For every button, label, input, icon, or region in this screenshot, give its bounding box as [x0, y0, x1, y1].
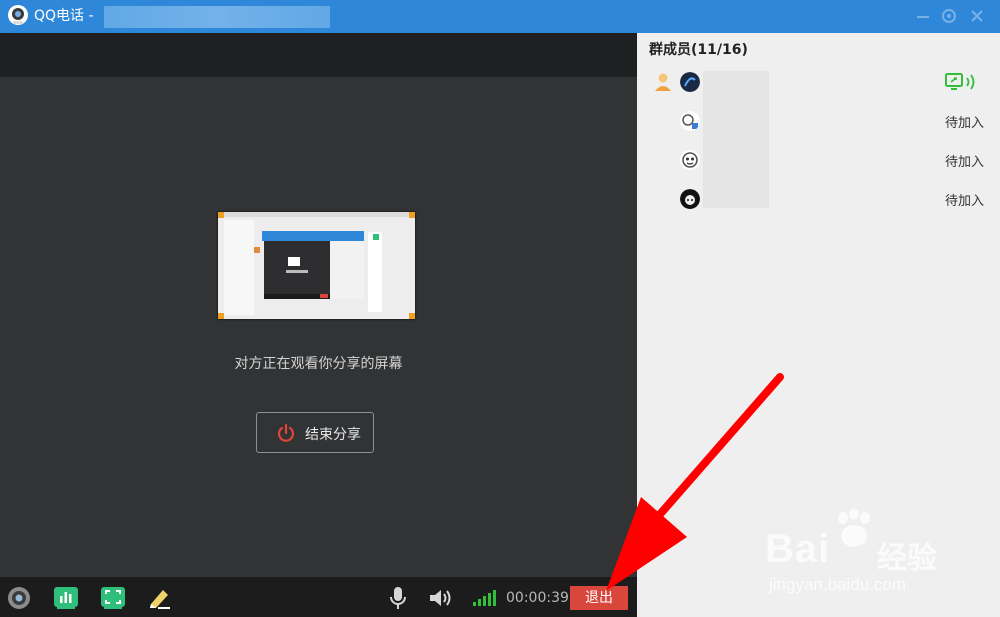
- share-screen-icon[interactable]: [53, 586, 79, 610]
- member-row[interactable]: 待加入: [637, 142, 1000, 178]
- member-panel: 群成员(11/16) 待加入 待加入 待加入: [637, 33, 1000, 617]
- whiteboard-pen-icon[interactable]: [146, 586, 172, 610]
- member-avatar: [680, 72, 700, 92]
- member-avatar: [680, 150, 700, 170]
- member-status: 待加入: [945, 194, 985, 209]
- gear-icon[interactable]: [940, 7, 958, 25]
- shared-screen-preview: [218, 212, 415, 319]
- call-timer: 00:00:39: [506, 590, 569, 606]
- member-count-title: 群成员(11/16): [649, 42, 748, 58]
- title-bar: QQ电话 -: [0, 0, 1000, 33]
- signal-icon: [473, 590, 496, 606]
- member-avatar: [680, 189, 700, 209]
- host-user-icon: [655, 73, 671, 91]
- member-row[interactable]: 待加入: [637, 103, 1000, 139]
- exit-call-button[interactable]: 退出: [570, 586, 628, 610]
- qq-app-icon: [8, 5, 28, 25]
- microphone-icon[interactable]: [385, 586, 411, 610]
- video-top-strip: [0, 33, 637, 77]
- power-icon: [277, 423, 295, 442]
- redacted-member-names: [703, 71, 769, 208]
- end-share-button[interactable]: 结束分享: [256, 412, 374, 453]
- minimize-icon[interactable]: [914, 7, 932, 25]
- member-status: 待加入: [945, 116, 985, 131]
- window-title: QQ电话 -: [34, 8, 94, 24]
- call-toolbar: 00:00:39 退出: [0, 577, 637, 617]
- member-row[interactable]: 待加入: [637, 181, 1000, 217]
- camera-icon[interactable]: [6, 586, 32, 610]
- member-avatar: [680, 111, 700, 131]
- speaker-icon[interactable]: [428, 586, 454, 610]
- fullscreen-icon[interactable]: [100, 586, 126, 610]
- end-share-label: 结束分享: [305, 427, 361, 443]
- redacted-title: [104, 6, 330, 28]
- member-row[interactable]: [637, 64, 1000, 100]
- screen-share-area: 对方正在观看你分享的屏幕 结束分享: [0, 33, 637, 577]
- sharing-status-text: 对方正在观看你分享的屏幕: [234, 356, 403, 372]
- member-status: 待加入: [945, 155, 985, 170]
- sharing-screen-indicator-icon: [945, 73, 975, 90]
- close-icon[interactable]: [968, 7, 986, 25]
